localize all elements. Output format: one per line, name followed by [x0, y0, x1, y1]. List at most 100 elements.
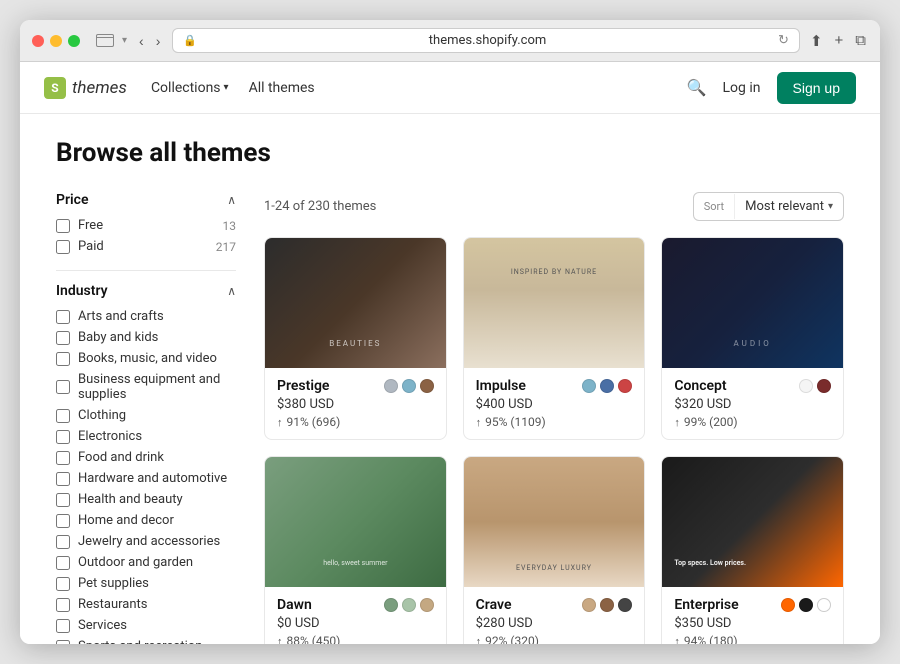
filter-checkbox-free[interactable]	[56, 219, 70, 233]
industry-filter-header[interactable]: Industry ∧	[56, 283, 236, 299]
filter-checkbox-hardware[interactable]	[56, 472, 70, 486]
forward-button[interactable]: ›	[152, 31, 165, 51]
filter-checkbox-food[interactable]	[56, 451, 70, 465]
filter-item-books[interactable]: Books, music, and video	[56, 351, 236, 366]
minimize-button[interactable]	[50, 35, 62, 47]
theme-card-dawn[interactable]: Dawn $0 USD ↑	[264, 456, 447, 644]
content-area: 1-24 of 230 themes Sort Most relevant ▾	[264, 192, 844, 644]
filter-checkbox-outdoor[interactable]	[56, 556, 70, 570]
theme-card-enterprise[interactable]: Enterprise $350 USD ↑	[661, 456, 844, 644]
theme-name-enterprise: Enterprise	[674, 597, 738, 613]
filter-item-hardware[interactable]: Hardware and automotive	[56, 471, 236, 486]
filter-item-business[interactable]: Business equipment and supplies	[56, 372, 236, 402]
filter-checkbox-jewelry[interactable]	[56, 535, 70, 549]
filter-label-jewelry: Jewelry and accessories	[78, 534, 236, 549]
theme-rating-text-crave: 92% (320)	[485, 634, 539, 644]
sort-control[interactable]: Sort Most relevant ▾	[693, 192, 844, 221]
theme-card-impulse[interactable]: Impulse $400 USD ↑	[463, 237, 646, 440]
filter-checkbox-sports[interactable]	[56, 640, 70, 645]
theme-card-crave[interactable]: Crave $280 USD ↑	[463, 456, 646, 644]
address-bar[interactable]: 🔒 themes.shopify.com ↻	[172, 28, 800, 53]
filter-checkbox-clothing[interactable]	[56, 409, 70, 423]
filter-label-services: Services	[78, 618, 236, 633]
price-filter-title: Price	[56, 192, 89, 208]
filter-label-electronics: Electronics	[78, 429, 236, 444]
theme-rating-impulse: ↑ 95% (1109)	[476, 415, 633, 429]
shopify-logo[interactable]: S themes	[44, 77, 127, 99]
filter-item-health[interactable]: Health and beauty	[56, 492, 236, 507]
filter-checkbox-restaurants[interactable]	[56, 598, 70, 612]
filter-checkbox-pet[interactable]	[56, 577, 70, 591]
filter-label-baby: Baby and kids	[78, 330, 236, 345]
filter-item-services[interactable]: Services	[56, 618, 236, 633]
filter-item-restaurants[interactable]: Restaurants	[56, 597, 236, 612]
filter-item-paid[interactable]: Paid 217	[56, 239, 236, 254]
tabs-chevron-icon: ▾	[122, 35, 127, 46]
filter-item-pet[interactable]: Pet supplies	[56, 576, 236, 591]
theme-card-concept[interactable]: Concept $320 USD ↑ 99% (200)	[661, 237, 844, 440]
filter-item-food[interactable]: Food and drink	[56, 450, 236, 465]
theme-rating-prestige: ↑ 91% (696)	[277, 415, 434, 429]
filter-item-electronics[interactable]: Electronics	[56, 429, 236, 444]
theme-colors-impulse	[582, 379, 632, 393]
filter-item-baby[interactable]: Baby and kids	[56, 330, 236, 345]
color-dot	[582, 598, 596, 612]
filter-checkbox-books[interactable]	[56, 352, 70, 366]
login-link[interactable]: Log in	[723, 80, 761, 96]
theme-rating-text-dawn: 88% (450)	[287, 634, 341, 644]
theme-rating-text-enterprise: 94% (180)	[684, 634, 738, 644]
nav-links: Collections ▾ All themes	[151, 80, 663, 96]
theme-price-prestige: $380 USD	[277, 397, 434, 412]
filter-checkbox-health[interactable]	[56, 493, 70, 507]
browser-window: ▾ ‹ › 🔒 themes.shopify.com ↻ ⬆ + ⧉ S the…	[20, 20, 880, 644]
filter-item-outdoor[interactable]: Outdoor and garden	[56, 555, 236, 570]
signup-button[interactable]: Sign up	[777, 72, 856, 104]
close-button[interactable]	[32, 35, 44, 47]
filter-checkbox-business[interactable]	[56, 380, 70, 394]
reload-icon[interactable]: ↻	[778, 33, 789, 48]
filter-checkbox-services[interactable]	[56, 619, 70, 633]
all-themes-nav-link[interactable]: All themes	[249, 80, 315, 96]
color-dot	[799, 598, 813, 612]
theme-price-impulse: $400 USD	[476, 397, 633, 412]
filter-item-arts[interactable]: Arts and crafts	[56, 309, 236, 324]
theme-name-impulse: Impulse	[476, 378, 526, 394]
theme-card-prestige[interactable]: Prestige $380 USD ↑	[264, 237, 447, 440]
theme-name-concept: Concept	[674, 378, 726, 394]
theme-grid: Prestige $380 USD ↑	[264, 237, 844, 644]
theme-info-concept: Concept $320 USD ↑ 99% (200)	[662, 368, 843, 439]
back-button[interactable]: ‹	[135, 31, 148, 51]
filter-checkbox-paid[interactable]	[56, 240, 70, 254]
theme-thumb-prestige	[265, 238, 446, 368]
price-filter-header[interactable]: Price ∧	[56, 192, 236, 208]
filter-checkbox-baby[interactable]	[56, 331, 70, 345]
color-dot	[817, 598, 831, 612]
filter-label-restaurants: Restaurants	[78, 597, 236, 612]
color-dot	[618, 598, 632, 612]
filter-checkbox-home[interactable]	[56, 514, 70, 528]
theme-thumb-dawn	[265, 457, 446, 587]
new-tab-button[interactable]: +	[833, 30, 846, 51]
filter-item-home[interactable]: Home and decor	[56, 513, 236, 528]
theme-rating-enterprise: ↑ 94% (180)	[674, 634, 831, 644]
filter-item-clothing[interactable]: Clothing	[56, 408, 236, 423]
filter-checkbox-arts[interactable]	[56, 310, 70, 324]
maximize-button[interactable]	[68, 35, 80, 47]
color-dot	[582, 379, 596, 393]
share-button[interactable]: ⬆	[808, 30, 825, 52]
theme-thumb-impulse	[464, 238, 645, 368]
filter-item-free[interactable]: Free 13	[56, 218, 236, 233]
filter-count-free: 13	[223, 219, 237, 233]
filter-checkbox-electronics[interactable]	[56, 430, 70, 444]
sort-select[interactable]: Most relevant ▾	[735, 193, 843, 220]
search-icon[interactable]: 🔍	[687, 78, 707, 97]
filter-item-sports[interactable]: Sports and recreation	[56, 639, 236, 644]
collections-nav-link[interactable]: Collections ▾	[151, 80, 229, 96]
color-dot	[600, 598, 614, 612]
filter-label-free: Free	[78, 218, 215, 233]
tabs-overview-button[interactable]: ⧉	[853, 30, 868, 51]
rating-icon: ↑	[476, 635, 482, 645]
color-dot	[402, 379, 416, 393]
filter-item-jewelry[interactable]: Jewelry and accessories	[56, 534, 236, 549]
color-dot	[817, 379, 831, 393]
